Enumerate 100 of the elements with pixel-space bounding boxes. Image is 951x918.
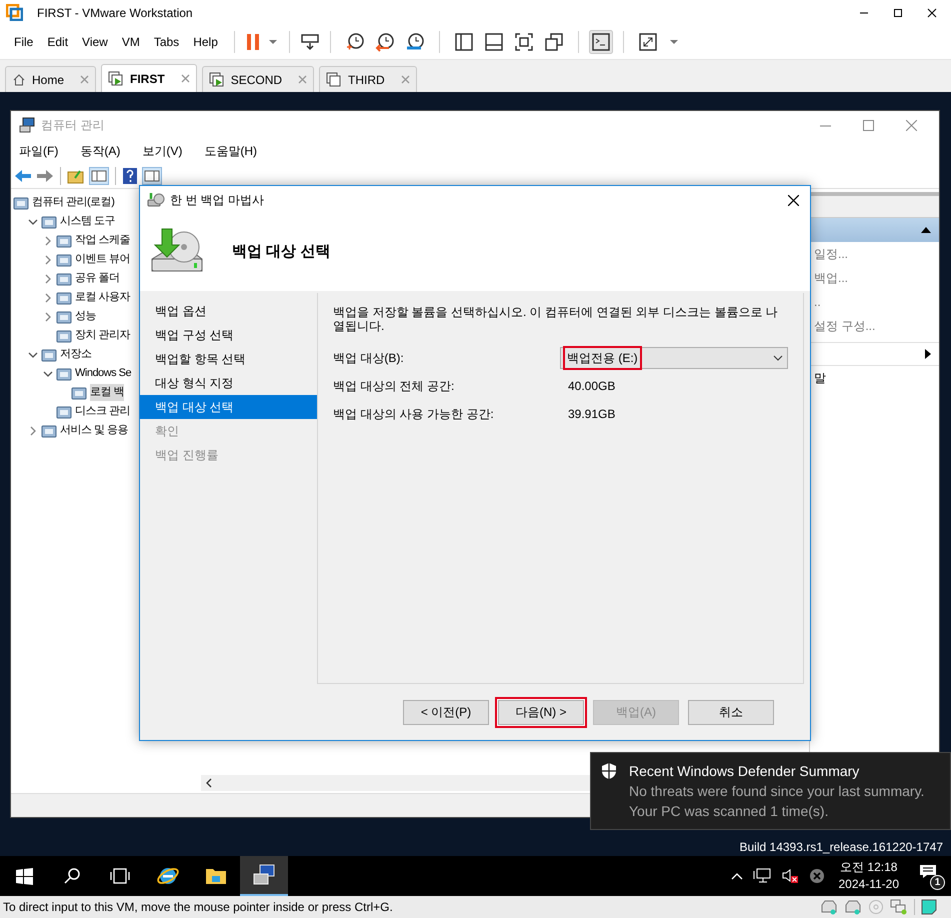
- stretch-icon[interactable]: [638, 32, 658, 52]
- node-icon: [56, 252, 72, 268]
- chevron-down-icon[interactable]: [28, 350, 38, 360]
- search-icon[interactable]: [63, 867, 81, 885]
- tree-item[interactable]: 컴퓨터 관리(로컬): [32, 194, 114, 211]
- error-icon[interactable]: [808, 868, 824, 884]
- wizard-step[interactable]: 백업 대상 선택: [140, 395, 317, 419]
- close-icon[interactable]: [788, 194, 799, 206]
- tab[interactable]: THIRD: [319, 66, 417, 92]
- wizard-button[interactable]: < 이전(P): [403, 700, 489, 724]
- notification-toast[interactable]: Recent Windows Defender Summary No threats were found since your last summary. Your PC was scanned 1 time(s).: [590, 752, 951, 830]
- network-icon[interactable]: [752, 868, 770, 884]
- menu-item[interactable]: File: [8, 33, 40, 51]
- tree-item[interactable]: 작업 스케줄: [75, 232, 130, 249]
- close-icon[interactable]: [927, 8, 937, 18]
- tab[interactable]: Home: [5, 66, 96, 92]
- action-item[interactable]: 말: [810, 366, 939, 390]
- chevron-right-icon[interactable]: [28, 426, 38, 436]
- tab[interactable]: FIRST: [101, 64, 197, 92]
- menu-item[interactable]: View: [76, 33, 114, 51]
- tree-item[interactable]: 로컬 사용자: [75, 289, 130, 306]
- wizard-step[interactable]: 대상 형식 지정: [140, 371, 317, 395]
- tree-item[interactable]: 성능: [75, 308, 96, 325]
- wizard-heading: 백업 대상 선택: [232, 242, 330, 262]
- snapshot-icon[interactable]: [344, 32, 365, 52]
- tab[interactable]: SECOND: [202, 66, 314, 92]
- chevron-right-icon[interactable]: [43, 254, 53, 264]
- tree-view-icon[interactable]: [89, 166, 109, 184]
- full-screen-icon[interactable]: [514, 32, 534, 52]
- dropdown[interactable]: 백업전용 (E:): [560, 347, 788, 369]
- node-icon: [41, 422, 57, 438]
- help-icon[interactable]: [122, 166, 138, 184]
- tree-item[interactable]: 디스크 관리: [75, 403, 130, 420]
- node-icon: [56, 232, 72, 248]
- tab-label: SECOND: [230, 72, 284, 88]
- tree-item[interactable]: 이벤트 뷰어: [75, 251, 130, 268]
- tree-item[interactable]: Windows Se: [75, 365, 132, 382]
- vm-icon: [326, 72, 342, 88]
- chevron-right-icon[interactable]: [43, 292, 53, 302]
- action-pane-icon[interactable]: [142, 166, 162, 184]
- maximize-icon[interactable]: [893, 8, 903, 18]
- tree-item[interactable]: 시스템 도구: [60, 213, 116, 230]
- task-view-icon[interactable]: [110, 868, 130, 884]
- folder-icon[interactable]: [205, 867, 227, 885]
- caret-icon[interactable]: [668, 38, 680, 46]
- field-label: 백업 대상의 사용 가능한 공간:: [333, 406, 495, 423]
- network-adapter-icon[interactable]: [890, 899, 908, 915]
- chevron-left-icon[interactable]: [205, 778, 213, 788]
- browser-icon[interactable]: [157, 865, 179, 887]
- chevron-up-icon[interactable]: [730, 872, 742, 880]
- send-keys-icon[interactable]: [300, 32, 320, 52]
- logo-icon: [6, 4, 23, 21]
- revert-icon[interactable]: [374, 32, 395, 52]
- chevron-down-icon[interactable]: [43, 368, 53, 378]
- menu-item[interactable]: Help: [187, 33, 224, 51]
- menu-item[interactable]: 보기(V): [138, 142, 186, 160]
- tree-item[interactable]: 서비스 및 응용: [60, 422, 128, 439]
- clock[interactable]: 오전 12:18 2024-11-20: [834, 859, 903, 893]
- tree-item[interactable]: 로컬 백: [90, 384, 124, 401]
- menu-item[interactable]: VM: [116, 33, 146, 51]
- menu-item[interactable]: 도움말(H): [200, 142, 261, 160]
- computer-management-icon[interactable]: [252, 864, 276, 886]
- node-icon: [71, 384, 87, 400]
- node-icon: [56, 308, 72, 324]
- wizard-button[interactable]: 취소: [688, 700, 774, 724]
- wizard-step[interactable]: 백업 구성 선택: [140, 323, 317, 347]
- sidebar-view-icon[interactable]: [454, 32, 474, 52]
- chevron-down-icon[interactable]: [28, 216, 38, 226]
- tree-item[interactable]: 저장소: [60, 346, 92, 363]
- chevron-right-icon[interactable]: [43, 312, 53, 322]
- chevron-right-icon[interactable]: [43, 274, 53, 284]
- snapshot-manager-icon[interactable]: [404, 32, 425, 52]
- menu-item[interactable]: 동작(A): [76, 142, 124, 160]
- thumbnail-view-icon[interactable]: [484, 32, 504, 52]
- forward-icon[interactable]: [36, 168, 54, 184]
- message-icon[interactable]: [921, 899, 937, 915]
- back-icon[interactable]: [14, 168, 32, 184]
- tree-item[interactable]: 공유 폴더: [75, 270, 120, 287]
- menu-item[interactable]: Tabs: [148, 33, 186, 51]
- dropdown-value: 백업전용 (E:): [563, 346, 642, 370]
- menu-item[interactable]: 파일(F): [15, 142, 62, 160]
- dialog-title: 한 번 백업 마법사: [170, 192, 264, 209]
- chevron-right-icon[interactable]: [43, 236, 53, 246]
- backup-wizard-icon: [147, 192, 165, 208]
- folder-up-icon[interactable]: [67, 168, 85, 184]
- start-icon[interactable]: [16, 868, 32, 884]
- description: 백업을 저장할 볼륨을 선택하십시오. 이 컴퓨터에 연결된 외부 디스크는 볼륨으로 나열됩니다.: [333, 305, 779, 333]
- action-center-icon[interactable]: [919, 864, 937, 879]
- menu-item[interactable]: Edit: [41, 33, 74, 51]
- volume-muted-icon[interactable]: [780, 868, 798, 884]
- wizard-step[interactable]: 백업 옵션: [140, 299, 317, 323]
- console-icon[interactable]: [588, 30, 613, 54]
- wizard-step[interactable]: 백업할 항목 선택: [140, 347, 317, 371]
- tree-item[interactable]: 장치 관리자: [75, 327, 130, 344]
- build-text: Build 14393.rs1_release.161220-1747: [740, 839, 943, 856]
- clock-date: 2024-11-20: [838, 876, 899, 893]
- pause-icon[interactable]: [244, 32, 261, 52]
- collapse-icon[interactable]: [921, 227, 931, 233]
- unity-icon[interactable]: [544, 32, 564, 52]
- caret-icon[interactable]: [266, 38, 279, 46]
